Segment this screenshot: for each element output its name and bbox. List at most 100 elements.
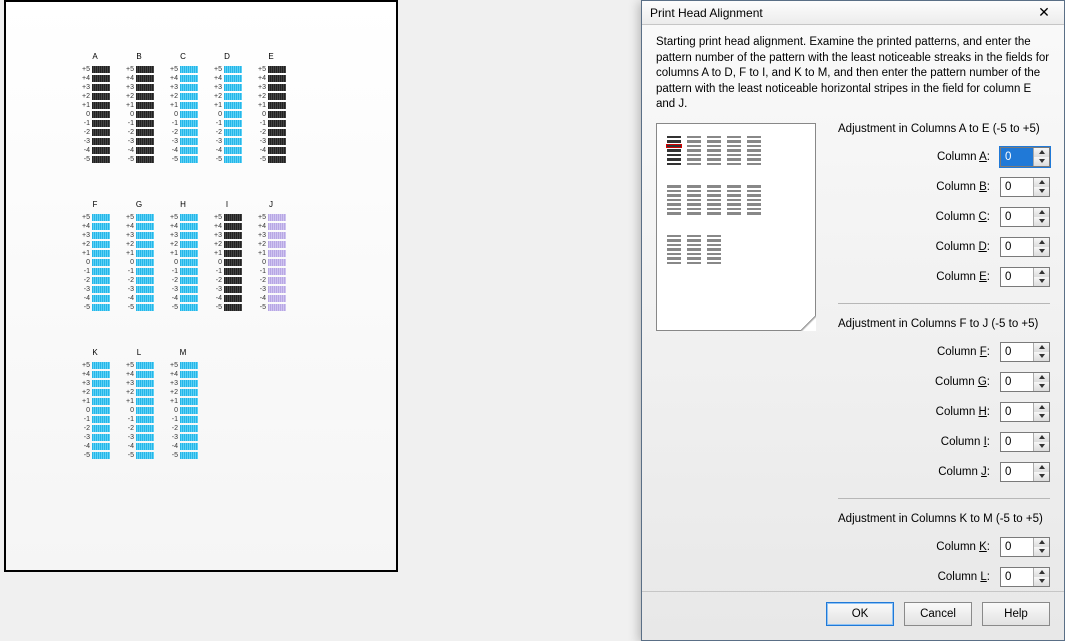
column-i-spinbox[interactable] [1000, 432, 1050, 452]
swatch-index: +3 [80, 232, 90, 239]
column-c-spinbox[interactable] [1000, 207, 1050, 227]
swatch-index: +4 [168, 223, 178, 230]
column-g-input[interactable] [1001, 373, 1033, 391]
close-icon[interactable]: ✕ [1030, 4, 1058, 22]
swatch-index: -3 [80, 434, 90, 441]
field-row-column-f: Column F: [838, 340, 1050, 364]
swatch-index: +1 [256, 250, 266, 257]
spin-up-icon[interactable] [1034, 403, 1049, 412]
swatch [136, 102, 154, 109]
swatch-index: -5 [80, 452, 90, 459]
swatch-index: +5 [212, 66, 222, 73]
column-h-input[interactable] [1001, 403, 1033, 421]
spin-up-icon[interactable] [1034, 148, 1049, 157]
swatch-index: -5 [256, 304, 266, 311]
swatch [136, 371, 154, 378]
pattern-column-h: H+5+4+3+2+10-1-2-3-4-5 [168, 200, 198, 312]
swatch-index: +3 [80, 380, 90, 387]
spin-up-icon[interactable] [1034, 268, 1049, 277]
spin-down-icon[interactable] [1034, 442, 1049, 451]
column-i-input[interactable] [1001, 433, 1033, 451]
spin-up-icon[interactable] [1034, 238, 1049, 247]
column-a-input[interactable] [1001, 148, 1033, 166]
swatch [92, 295, 110, 302]
column-d-input[interactable] [1001, 238, 1033, 256]
swatch [92, 93, 110, 100]
swatch-index: 0 [212, 259, 222, 266]
swatch-index: +2 [212, 93, 222, 100]
column-h-spinbox[interactable] [1000, 402, 1050, 422]
swatch [136, 268, 154, 275]
swatch-index: -5 [168, 156, 178, 163]
cancel-button[interactable]: Cancel [904, 602, 972, 626]
column-b-spinbox[interactable] [1000, 177, 1050, 197]
swatch [136, 259, 154, 266]
swatch-index: +3 [256, 84, 266, 91]
swatch-index: +5 [212, 214, 222, 221]
pattern-column-g: G+5+4+3+2+10-1-2-3-4-5 [124, 200, 154, 312]
swatch-index: -3 [168, 434, 178, 441]
field-label: Column I: [941, 436, 990, 448]
column-k-input[interactable] [1001, 538, 1033, 556]
pattern-column-c: C+5+4+3+2+10-1-2-3-4-5 [168, 52, 198, 164]
column-j-input[interactable] [1001, 463, 1033, 481]
spin-down-icon[interactable] [1034, 472, 1049, 481]
swatch [268, 295, 286, 302]
swatch-index: 0 [212, 111, 222, 118]
swatch [180, 259, 198, 266]
column-f-input[interactable] [1001, 343, 1033, 361]
swatch-index: -2 [124, 425, 134, 432]
column-e-spinbox[interactable] [1000, 267, 1050, 287]
swatch-index: +5 [80, 66, 90, 73]
column-e-input[interactable] [1001, 268, 1033, 286]
spin-down-icon[interactable] [1034, 187, 1049, 196]
swatch [92, 407, 110, 414]
swatch [268, 250, 286, 257]
column-k-spinbox[interactable] [1000, 537, 1050, 557]
spin-down-icon[interactable] [1034, 247, 1049, 256]
column-b-input[interactable] [1001, 178, 1033, 196]
spin-down-icon[interactable] [1034, 157, 1049, 166]
swatch-index: 0 [256, 111, 266, 118]
spin-down-icon[interactable] [1034, 352, 1049, 361]
swatch [224, 102, 242, 109]
column-l-spinbox[interactable] [1000, 567, 1050, 587]
swatch [180, 84, 198, 91]
spin-down-icon[interactable] [1034, 277, 1049, 286]
swatch-index: -5 [256, 156, 266, 163]
swatch [224, 129, 242, 136]
spin-up-icon[interactable] [1034, 463, 1049, 472]
swatch-index: +4 [124, 371, 134, 378]
swatch-index: 0 [124, 407, 134, 414]
help-button[interactable]: Help [982, 602, 1050, 626]
spin-up-icon[interactable] [1034, 568, 1049, 577]
spin-down-icon[interactable] [1034, 382, 1049, 391]
column-f-spinbox[interactable] [1000, 342, 1050, 362]
column-l-input[interactable] [1001, 568, 1033, 586]
column-d-spinbox[interactable] [1000, 237, 1050, 257]
spin-down-icon[interactable] [1034, 547, 1049, 556]
field-row-column-k: Column K: [838, 535, 1050, 559]
swatch-index: +5 [256, 66, 266, 73]
column-j-spinbox[interactable] [1000, 462, 1050, 482]
swatch-index: +2 [124, 93, 134, 100]
spin-down-icon[interactable] [1034, 217, 1049, 226]
column-g-spinbox[interactable] [1000, 372, 1050, 392]
spin-down-icon[interactable] [1034, 577, 1049, 586]
column-a-spinbox[interactable] [1000, 147, 1050, 167]
spin-up-icon[interactable] [1034, 373, 1049, 382]
printed-test-sheet: A+5+4+3+2+10-1-2-3-4-5B+5+4+3+2+10-1-2-3… [4, 0, 398, 572]
spin-down-icon[interactable] [1034, 412, 1049, 421]
spin-up-icon[interactable] [1034, 433, 1049, 442]
ok-button[interactable]: OK [826, 602, 894, 626]
spin-up-icon[interactable] [1034, 538, 1049, 547]
spin-up-icon[interactable] [1034, 208, 1049, 217]
field-row-column-b: Column B: [838, 175, 1050, 199]
swatch-index: +1 [168, 398, 178, 405]
swatch-index: -4 [124, 147, 134, 154]
column-c-input[interactable] [1001, 208, 1033, 226]
swatch-index: +5 [256, 214, 266, 221]
spin-up-icon[interactable] [1034, 343, 1049, 352]
swatch-index: +3 [212, 84, 222, 91]
spin-up-icon[interactable] [1034, 178, 1049, 187]
